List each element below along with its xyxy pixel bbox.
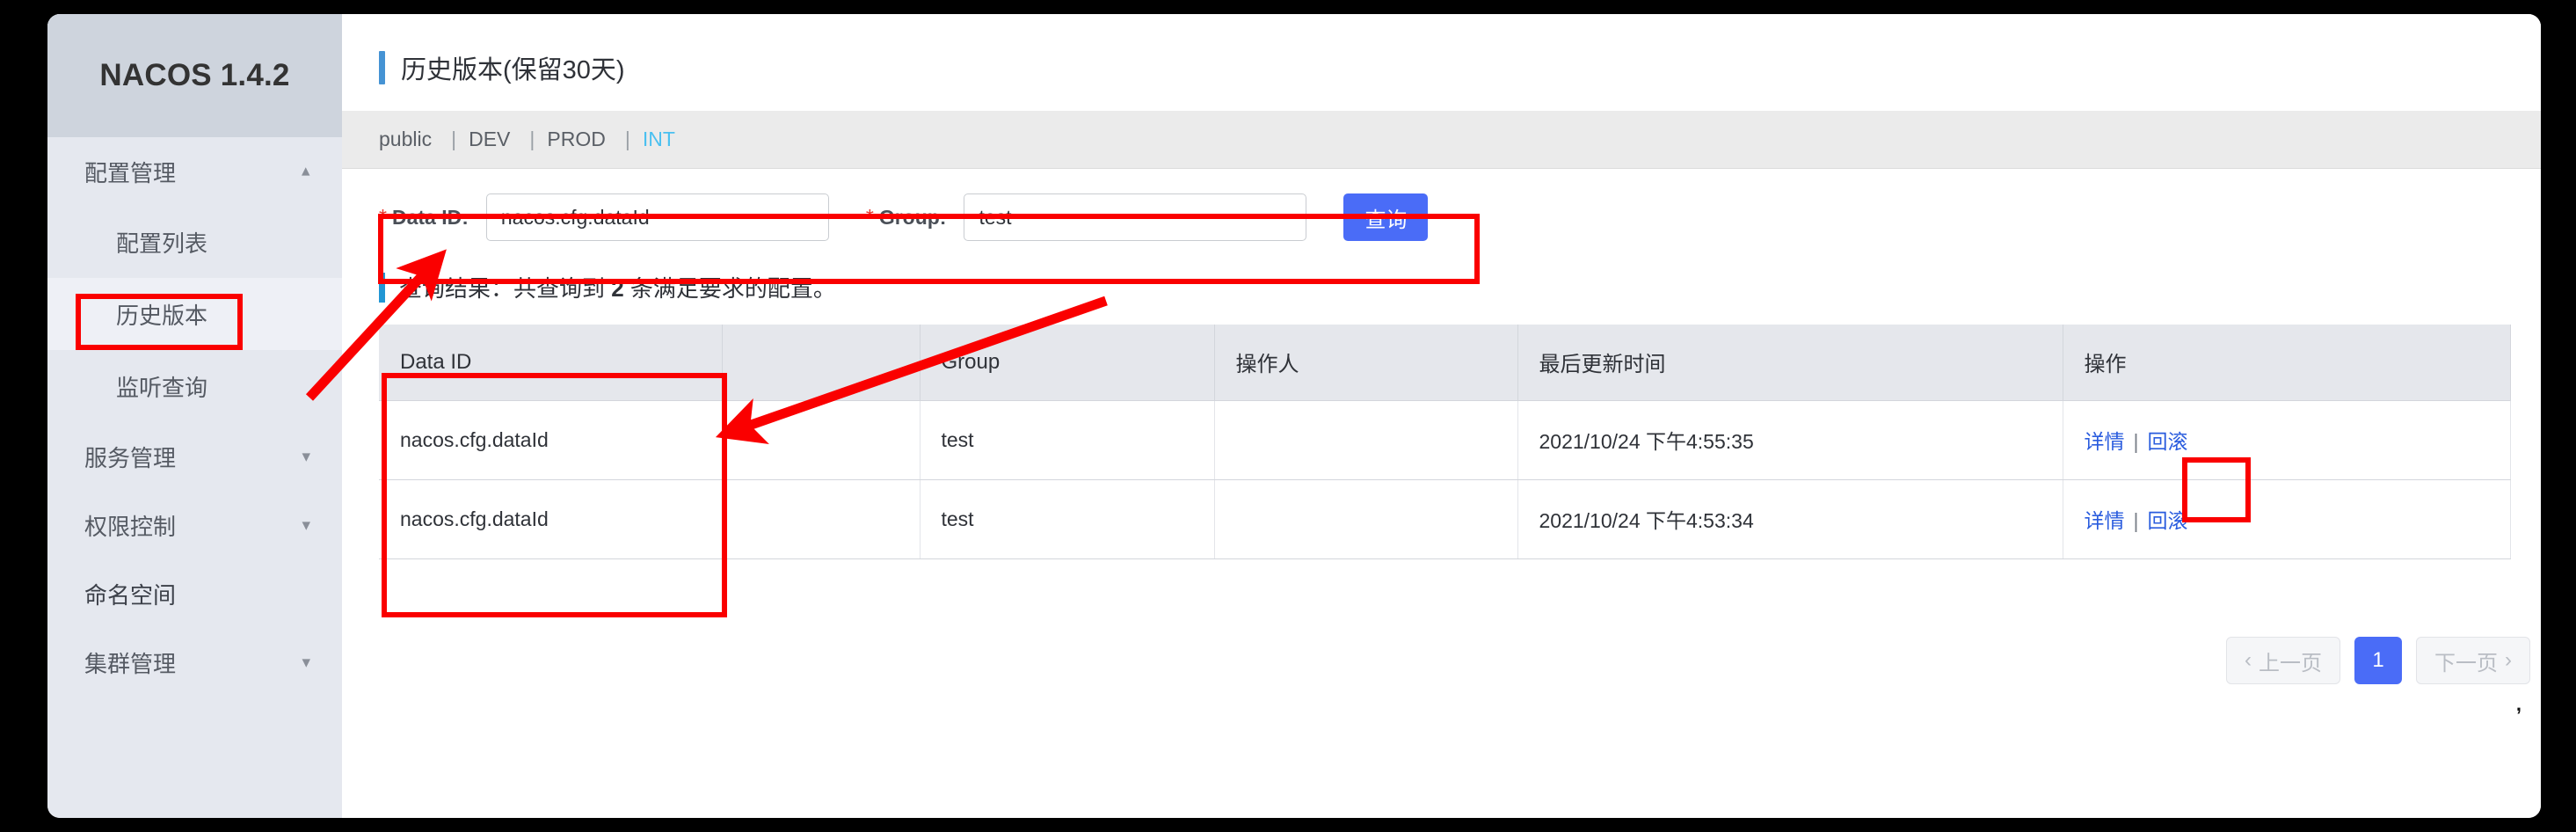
rollback-link[interactable]: 回滚 [2147,430,2187,453]
sidebar-group-config-management[interactable]: 配置管理 ▾ [47,137,342,206]
detail-link[interactable]: 详情 [2085,509,2125,532]
sidebar-group-service-management[interactable]: 服务管理 ▾ [47,422,342,491]
group-label: Group: [878,205,947,229]
table-header-row: Data ID Group 操作人 最后更新时间 操作 [379,325,2511,401]
namespace-tabs: public | DEV | PROD | INT [342,111,2541,169]
chevron-down-icon: ▾ [302,653,310,672]
sidebar-group-cluster-management[interactable]: 集群管理 ▾ [47,628,342,697]
cell-updated: 2021/10/24 下午4:55:35 [1517,400,2063,480]
sidebar-item-label: 命名空间 [84,581,177,609]
pagination-next-label: 下一页 [2434,651,2498,675]
cell-updated: 2021/10/24 下午4:53:34 [1517,479,2063,559]
result-suffix: 条满足要求的配置。 [623,275,836,302]
cell-group: test [920,479,1215,559]
cell-data-id: nacos.cfg.dataId [379,400,723,480]
pagination-prev-button[interactable]: ‹ 上一页 [2226,637,2340,684]
app-window: NACOS 1.4.2 配置管理 ▾ 配置列表 历史版本 监听查询 服务管理 ▾… [47,14,2541,818]
result-count: 2 [611,275,624,302]
cell-operator [1214,479,1518,559]
cell-data-id: nacos.cfg.dataId [379,479,723,559]
pagination-prev-label: 上一页 [2259,651,2322,675]
sidebar-item-label: 配置列表 [116,230,208,257]
table-row: nacos.cfg.dataId test 2021/10/24 下午4:53:… [379,479,2511,559]
cell-actions: 详情 | 回滚 [2063,479,2511,559]
sidebar-group-label: 配置管理 [84,159,177,186]
rollback-link[interactable]: 回滚 [2147,509,2187,532]
detail-link[interactable]: 详情 [2085,430,2125,453]
brand-title: NACOS 1.4.2 [99,58,290,92]
page-title: 历史版本(保留30天) [401,56,625,84]
namespace-separator: | [624,128,630,150]
column-header-operator: 操作人 [1214,325,1518,401]
required-asterisk: * [865,204,874,228]
search-button[interactable]: 查询 [1343,193,1429,241]
namespace-tab-prod[interactable]: PROD [547,128,605,151]
pagination-page-1[interactable]: 1 [2354,637,2402,684]
sidebar-item-label: 监听查询 [116,374,208,401]
main-content: 历史版本(保留30天) public | DEV | PROD | INT * … [342,14,2541,818]
data-id-input[interactable] [485,193,829,241]
group-input[interactable] [964,193,1307,241]
sidebar-item-namespace[interactable]: 命名空间 [47,559,342,628]
column-header-spacer [722,325,921,401]
sidebar-group-label: 服务管理 [84,444,177,471]
pagination-artifact: , [2515,693,2521,715]
page-header: 历史版本(保留30天) [342,14,2541,95]
cell-group: test [920,400,1215,480]
pagination-next-button[interactable]: 下一页 › [2416,637,2530,684]
chevron-right-icon: › [2505,648,2512,672]
action-separator: | [2133,509,2139,532]
query-result-summary: 查询结果：共查询到 2 条满足要求的配置。 [379,271,2541,303]
chevron-left-icon: ‹ [2245,648,2252,672]
action-separator: | [2133,430,2139,453]
sidebar-group-authority-control[interactable]: 权限控制 ▾ [47,491,342,559]
namespace-separator: | [451,128,457,150]
required-asterisk: * [379,204,387,228]
namespace-tab-public[interactable]: public [379,128,432,151]
result-prefix: 查询结果：共查询到 [399,275,612,302]
chevron-down-icon: ▾ [302,515,310,535]
chevron-down-icon: ▾ [302,447,310,466]
brand-header: NACOS 1.4.2 [47,14,342,137]
sidebar: NACOS 1.4.2 配置管理 ▾ 配置列表 历史版本 监听查询 服务管理 ▾… [47,14,342,818]
cell-actions: 详情 | 回滚 [2063,400,2511,480]
namespace-tab-dev[interactable]: DEV [469,128,510,151]
cell-spacer [722,479,921,559]
sidebar-group-label: 权限控制 [84,513,177,540]
search-form: * Data ID: * Group: 查询 [379,190,2541,244]
sidebar-item-history-versions[interactable]: 历史版本 [47,278,342,350]
result-text: 查询结果：共查询到 2 条满足要求的配置。 [399,271,836,303]
table-row: nacos.cfg.dataId test 2021/10/24 下午4:55:… [379,400,2511,480]
sidebar-item-listener-query[interactable]: 监听查询 [47,350,342,422]
sidebar-item-label: 历史版本 [116,302,208,329]
cell-spacer [722,400,921,480]
history-versions-table: Data ID Group 操作人 最后更新时间 操作 nacos.cfg.da… [379,325,2511,559]
column-header-group: Group [920,325,1215,401]
data-id-label: Data ID: [391,205,469,229]
chevron-up-icon: ▾ [302,162,310,181]
sidebar-group-label: 集群管理 [84,650,177,677]
namespace-separator: | [529,128,535,150]
column-header-action: 操作 [2063,325,2511,401]
sidebar-item-config-list[interactable]: 配置列表 [47,206,342,278]
cell-operator [1214,400,1518,480]
column-header-updated: 最后更新时间 [1517,325,2063,401]
column-header-data-id: Data ID [379,325,723,401]
page-title-accent-bar [379,51,385,84]
result-accent-bar [379,272,385,303]
pagination: ‹ 上一页 1 下一页 › [2226,637,2530,684]
namespace-tab-int[interactable]: INT [643,128,675,151]
